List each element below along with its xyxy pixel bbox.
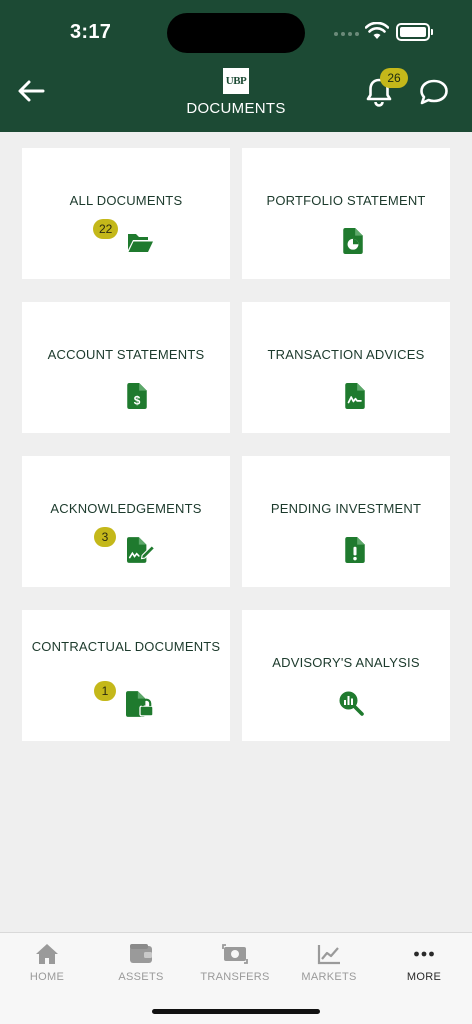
line-chart-icon bbox=[317, 945, 340, 965]
chat-bubble-icon bbox=[420, 79, 448, 105]
file-chart-icon bbox=[343, 228, 363, 254]
tab-assets[interactable]: ASSETS bbox=[94, 943, 188, 993]
tile-pending-investment[interactable]: PENDING INVESTMENT bbox=[242, 456, 450, 587]
file-dollar-icon: $ bbox=[127, 383, 147, 409]
tile-all-documents[interactable]: ALL DOCUMENTS 22 bbox=[22, 148, 230, 279]
status-time: 3:17 bbox=[70, 21, 112, 43]
battery-icon bbox=[396, 23, 433, 41]
tab-label: ASSETS bbox=[118, 971, 164, 983]
file-signature-icon bbox=[345, 383, 365, 409]
file-exclamation-icon bbox=[345, 537, 365, 563]
tile-label: ADVISORY'S ANALYSIS bbox=[272, 655, 420, 670]
tile-label: PENDING INVESTMENT bbox=[270, 501, 422, 516]
home-icon bbox=[36, 944, 58, 964]
tab-transfers[interactable]: TRANSFERS bbox=[188, 943, 282, 993]
tile-account-statements[interactable]: ACCOUNT STATEMENTS $ bbox=[22, 302, 230, 433]
tile-label: ALL DOCUMENTS bbox=[69, 193, 183, 208]
svg-text:$: $ bbox=[134, 394, 141, 408]
count-badge: 22 bbox=[93, 219, 119, 239]
tile-label: PORTFOLIO STATEMENT bbox=[266, 193, 426, 208]
dynamic-island bbox=[167, 13, 305, 53]
folder-open-icon bbox=[128, 234, 153, 252]
tile-label: TRANSACTION ADVICES bbox=[267, 347, 425, 362]
file-signed-icon bbox=[127, 537, 155, 563]
tab-home[interactable]: HOME bbox=[0, 943, 94, 993]
tab-label: TRANSFERS bbox=[200, 971, 270, 983]
tile-contractual-documents[interactable]: CONTRACTUAL DOCUMENTS 1 bbox=[22, 610, 230, 741]
wifi-icon bbox=[365, 22, 389, 39]
tile-advisorys-analysis[interactable]: ADVISORY'S ANALYSIS bbox=[242, 610, 450, 741]
transfer-money-icon bbox=[222, 944, 248, 964]
tile-label: ACKNOWLEDGEMENTS bbox=[50, 501, 202, 516]
tab-label: HOME bbox=[29, 971, 65, 983]
tile-acknowledgements[interactable]: ACKNOWLEDGEMENTS 3 bbox=[22, 456, 230, 587]
search-chart-icon bbox=[339, 691, 364, 716]
tab-label: MARKETS bbox=[301, 971, 357, 983]
cellular-signal-icon bbox=[334, 32, 359, 36]
wallet-icon bbox=[130, 944, 152, 963]
file-lock-icon bbox=[126, 691, 154, 717]
home-indicator bbox=[152, 1009, 320, 1014]
messages-button[interactable] bbox=[418, 78, 450, 106]
more-dots-icon bbox=[414, 951, 434, 957]
tab-more[interactable]: MORE bbox=[377, 943, 471, 993]
tile-label: CONTRACTUAL DOCUMENTS bbox=[31, 639, 221, 654]
notification-count-badge: 26 bbox=[380, 68, 408, 88]
tile-transaction-advices[interactable]: TRANSACTION ADVICES bbox=[242, 302, 450, 433]
tab-label: MORE bbox=[406, 971, 442, 983]
page-title: DOCUMENTS bbox=[186, 100, 286, 117]
tile-portfolio-statement[interactable]: PORTFOLIO STATEMENT bbox=[242, 148, 450, 279]
app-header: 3:17 UBP DOCUMENTS 26 bbox=[0, 0, 472, 132]
tile-label: ACCOUNT STATEMENTS bbox=[47, 347, 205, 362]
count-badge: 1 bbox=[94, 681, 116, 701]
count-badge: 3 bbox=[94, 527, 116, 547]
tab-markets[interactable]: MARKETS bbox=[282, 943, 376, 993]
ubp-logo: UBP bbox=[223, 68, 249, 94]
